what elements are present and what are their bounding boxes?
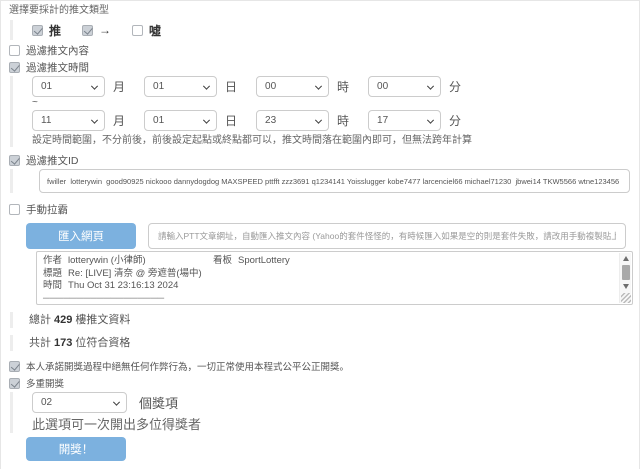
multi-draw-row[interactable]: 多重開獎 xyxy=(9,376,631,390)
filter-id-checkbox[interactable] xyxy=(9,155,20,166)
title-label: 標題 xyxy=(43,268,62,279)
time-end-row: 11 月 01 日 23 時 17 分 xyxy=(32,110,631,131)
push-type-section-title: 選擇要採計的推文類型 xyxy=(9,4,631,18)
push-type-group: 推 → 噓 xyxy=(10,20,631,40)
filter-time-label: 過濾推文時間 xyxy=(26,60,89,75)
draw-button[interactable]: 開獎！ xyxy=(26,437,126,461)
article-line-author: 作者 lotterywin (小律師) 看板 SportLottery xyxy=(43,255,614,268)
manual-slot-checkbox[interactable] xyxy=(9,204,20,215)
boo-checkbox[interactable] xyxy=(132,25,143,36)
ptt-lottery-helper-page: 選擇要採計的推文類型 推 → 噓 過濾推文內容 過濾推文時間 01 月 xyxy=(0,0,640,469)
push-type-push[interactable]: 推 xyxy=(32,22,61,39)
boo-checkbox-label: 噓 xyxy=(149,22,161,39)
total-suffix: 樓推文資料 xyxy=(75,314,130,326)
title-value: Re: [LIVE] 清奈 @ 旁遮普(場中) xyxy=(68,268,202,279)
article-content: 作者 lotterywin (小律師) 看板 SportLottery 標題 Re: … xyxy=(37,252,632,305)
qualified-stat: 共計173位符合資格 xyxy=(10,335,631,351)
hour-unit-label: 時 xyxy=(337,112,349,129)
prize-count-row: 02 個獎項 xyxy=(32,392,631,413)
minute-unit-label: 分 xyxy=(449,112,461,129)
pledge-row[interactable]: 本人承諾開獎過程中絕無任何作弊行為，一切正常使用本程式公平公正開獎。 xyxy=(9,359,631,373)
start-hour-select-wrap: 00 xyxy=(256,76,329,97)
start-hour-select[interactable]: 00 xyxy=(256,76,329,97)
time-start-row: 01 月 01 日 00 時 00 分 xyxy=(32,76,631,97)
multi-draw-note: 此選項可一次開出多位得獎者 xyxy=(32,417,631,433)
scrollbar-thumb[interactable] xyxy=(622,265,630,280)
end-minute-select[interactable]: 17 xyxy=(368,110,441,131)
end-hour-select-wrap: 23 xyxy=(256,110,329,131)
push-type-boo[interactable]: 噓 xyxy=(132,22,161,39)
multi-draw-checkbox[interactable] xyxy=(9,378,20,389)
scroll-down-icon[interactable] xyxy=(620,281,631,292)
start-minute-select[interactable]: 00 xyxy=(368,76,441,97)
total-prefix: 總計 xyxy=(29,314,51,326)
id-filter-block xyxy=(10,169,631,193)
day-unit-label: 日 xyxy=(225,78,237,95)
month-unit-label: 月 xyxy=(113,78,125,95)
time-filter-note: 設定時間範圍，不分前後，前後設定起點或終點都可以，推文時間落在範圍內即可，但無法… xyxy=(32,134,631,147)
filter-id-label: 過濾推文ID xyxy=(26,153,79,168)
end-minute-select-wrap: 17 xyxy=(368,110,441,131)
time-label: 時間 xyxy=(43,280,62,291)
push-type-arrow[interactable]: → xyxy=(82,23,111,37)
import-row: 匯入網頁 xyxy=(9,223,631,249)
qualified-prefix: 共計 xyxy=(29,337,51,349)
author-label: 作者 xyxy=(43,255,62,266)
arrow-checkbox[interactable] xyxy=(82,25,93,36)
end-month-select[interactable]: 11 xyxy=(32,110,105,131)
end-hour-select[interactable]: 23 xyxy=(256,110,329,131)
push-checkbox-label: 推 xyxy=(49,22,61,39)
total-push-stat: 總計429樓推文資料 xyxy=(10,312,631,328)
filter-content-label: 過濾推文內容 xyxy=(26,43,89,58)
manual-slot-row[interactable]: 手動拉霸 xyxy=(9,202,631,216)
push-checkbox[interactable] xyxy=(32,25,43,36)
arrow-checkbox-label: → xyxy=(99,23,111,37)
end-day-select[interactable]: 01 xyxy=(144,110,217,131)
filter-time-row[interactable]: 過濾推文時間 xyxy=(9,60,631,74)
day-unit-label: 日 xyxy=(225,112,237,129)
start-minute-select-wrap: 00 xyxy=(368,76,441,97)
manual-slot-label: 手動拉霸 xyxy=(26,202,68,217)
filter-id-row[interactable]: 過濾推文ID xyxy=(9,153,631,167)
filter-content-checkbox[interactable] xyxy=(9,45,20,56)
author-value: lotterywin (小律師) xyxy=(68,255,146,266)
minute-unit-label: 分 xyxy=(449,78,461,95)
article-line-time: 時間 Thu Oct 31 23:16:13 2024 xyxy=(43,280,614,293)
article-textarea[interactable]: 作者 lotterywin (小律師) 看板 SportLottery 標題 Re: … xyxy=(36,251,633,305)
prize-count-select[interactable]: 02 xyxy=(32,392,127,413)
start-day-select-wrap: 01 xyxy=(144,76,217,97)
scroll-up-icon[interactable] xyxy=(620,253,631,264)
start-day-select[interactable]: 01 xyxy=(144,76,217,97)
pledge-label: 本人承諾開獎過程中絕無任何作弊行為，一切正常使用本程式公平公正開獎。 xyxy=(26,359,349,373)
filter-time-checkbox[interactable] xyxy=(9,62,20,73)
pledge-checkbox[interactable] xyxy=(9,361,20,372)
qualified-count: 173 xyxy=(54,337,72,349)
multi-draw-label: 多重開獎 xyxy=(26,376,64,390)
total-count: 429 xyxy=(54,314,72,326)
end-day-select-wrap: 01 xyxy=(144,110,217,131)
start-month-select[interactable]: 01 xyxy=(32,76,105,97)
filter-content-row[interactable]: 過濾推文內容 xyxy=(9,43,631,57)
article-divider: ────────────────── xyxy=(43,293,614,306)
board-group: 看板 SportLottery xyxy=(213,255,290,268)
start-month-select-wrap: 01 xyxy=(32,76,105,97)
import-url-button[interactable]: 匯入網頁 xyxy=(26,223,136,249)
board-label: 看板 xyxy=(213,255,232,266)
end-month-select-wrap: 11 xyxy=(32,110,105,131)
article-line-title: 標題 Re: [LIVE] 清奈 @ 旁遮普(場中) xyxy=(43,268,614,281)
time-filter-block: 01 月 01 日 00 時 00 分 ~ 11 xyxy=(10,76,631,147)
month-unit-label: 月 xyxy=(113,112,125,129)
multi-draw-block: 02 個獎項 此選項可一次開出多位得獎者 xyxy=(10,392,631,433)
board-value: SportLottery xyxy=(238,255,290,266)
id-filter-input[interactable] xyxy=(39,169,630,193)
hour-unit-label: 時 xyxy=(337,78,349,95)
time-value: Thu Oct 31 23:16:13 2024 xyxy=(68,280,178,291)
prize-unit-label: 個獎項 xyxy=(139,393,178,412)
resize-grip-icon[interactable] xyxy=(621,293,631,303)
qualified-suffix: 位符合資格 xyxy=(75,337,130,349)
prize-count-select-wrap: 02 xyxy=(32,392,127,413)
article-url-input[interactable] xyxy=(148,223,626,249)
time-range-tilde: ~ xyxy=(32,98,631,108)
